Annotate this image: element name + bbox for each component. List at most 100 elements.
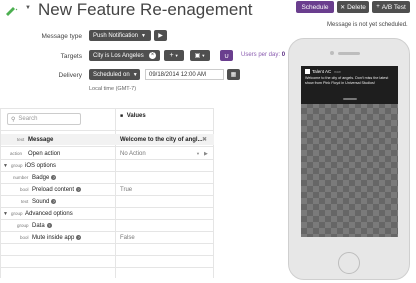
target-chip[interactable]: City is Los Angeles × — [89, 50, 160, 61]
row-value[interactable]: False — [120, 235, 135, 241]
search-icon: ⚲ — [11, 116, 16, 123]
chevron-down-icon: ▼ — [174, 53, 179, 58]
row-value[interactable]: Welcome to the city of angl... — [120, 137, 203, 143]
schedule-status-message: Message is not yet scheduled. — [327, 22, 408, 28]
notification-time: now — [334, 69, 341, 74]
schedule-button[interactable]: Schedule — [296, 1, 334, 13]
delete-button-label: Delete — [347, 3, 366, 11]
table-row[interactable]: bool Mute inside app? False — [0, 232, 213, 243]
search-placeholder: Search — [18, 116, 38, 122]
message-type-select[interactable]: Push Notification ▼ — [89, 30, 151, 41]
preview-play-button[interactable]: ▶ — [154, 30, 167, 41]
row-name: Advanced options — [25, 210, 73, 217]
row-name: Open action — [28, 150, 61, 157]
row-name: Preload content? — [32, 186, 82, 193]
row-name: Sound? — [32, 198, 57, 205]
chevron-down-icon: ▼ — [141, 32, 146, 39]
delivery-date-input[interactable]: 09/18/2014 12:00 AM — [145, 69, 224, 80]
plus-icon: + — [376, 4, 380, 10]
row-name-text: Badge — [32, 174, 50, 181]
table-row[interactable]: number Badge? — [0, 172, 213, 183]
calendar-icon: ▦ — [230, 72, 237, 78]
save-icon: ▣ — [194, 53, 201, 59]
notification-handle — [343, 98, 357, 100]
local-time-note: Local time (GMT-7) — [89, 86, 137, 92]
row-name: iOS options — [25, 162, 57, 169]
delivery-date-value: 09/18/2014 12:00 AM — [149, 71, 207, 78]
phone-camera — [330, 51, 334, 55]
values-table: ⚲ Search ■ Values text Message Welcome t… — [0, 108, 214, 278]
add-target-button[interactable]: + ▼ — [164, 50, 184, 61]
row-name: Data? — [32, 222, 52, 229]
ab-test-button[interactable]: + A/B Test — [372, 1, 410, 13]
row-value[interactable]: No Action — [120, 151, 146, 157]
row-name: Mute inside app? — [32, 234, 82, 241]
square-icon: ■ — [120, 113, 124, 119]
help-icon[interactable]: ? — [51, 174, 57, 180]
play-icon[interactable]: ▶ — [204, 151, 208, 157]
chevron-down-icon[interactable]: ▼ — [196, 151, 200, 156]
table-row[interactable]: text Sound? — [0, 196, 213, 207]
notification-app-name: Talent AC — [312, 69, 332, 74]
phone-speaker — [338, 52, 360, 55]
magnet-button[interactable]: ∪ — [220, 50, 233, 61]
table-row[interactable]: group Data? — [0, 220, 213, 231]
row-type: text — [17, 137, 25, 142]
delivery-label: Delivery — [58, 72, 82, 79]
table-row[interactable]: text Message Welcome to the city of angl… — [1, 134, 214, 145]
search-input[interactable]: ⚲ Search — [7, 113, 81, 125]
help-icon[interactable]: ? — [51, 198, 57, 204]
message-type-value: Push Notification — [93, 32, 139, 39]
pencil-icon[interactable] — [4, 4, 18, 16]
schedule-button-label: Schedule — [301, 3, 329, 11]
chevron-down-icon[interactable]: ▼ — [3, 163, 8, 169]
magnet-icon: ∪ — [223, 52, 230, 60]
delivery-value: Scheduled on — [93, 71, 130, 78]
calendar-button[interactable]: ▦ — [227, 69, 240, 80]
targets-label: Targets — [60, 53, 82, 60]
close-icon: ✕ — [340, 4, 346, 11]
table-row[interactable]: ▼ group iOS options — [0, 160, 213, 171]
delivery-select[interactable]: Scheduled on ▼ — [89, 69, 140, 80]
chevron-down-icon: ▼ — [201, 53, 206, 58]
help-icon[interactable]: ? — [76, 186, 82, 192]
row-type: bool — [20, 235, 29, 240]
row-type: group — [11, 163, 23, 168]
row-type: bool — [20, 187, 29, 192]
row-type: number — [13, 175, 29, 180]
page-title: New Feature Re-enagement — [38, 0, 253, 19]
plus-icon: + — [169, 52, 174, 59]
row-type: group — [17, 223, 29, 228]
phone-home-button — [338, 252, 360, 274]
play-icon: ▶ — [158, 33, 163, 39]
values-header-label: Values — [126, 113, 146, 119]
chevron-down-icon: ▼ — [132, 71, 138, 78]
row-name-text: Sound — [32, 198, 50, 205]
notification-header: Talent AC now — [305, 69, 394, 74]
table-row[interactable]: bool Preload content? True — [0, 184, 213, 195]
chevron-down-icon[interactable]: ▼ — [3, 211, 8, 217]
table-row[interactable]: action Open action No Action ▼ ▶ — [0, 148, 213, 159]
row-type: text — [21, 199, 29, 204]
ab-test-button-label: A/B Test — [381, 3, 406, 11]
users-per-day-label: Users per day: — [241, 52, 281, 58]
app-icon — [305, 69, 310, 74]
row-name-text: Preload content — [32, 186, 75, 193]
save-segment-button[interactable]: ▣ ▼ — [190, 50, 210, 61]
help-icon[interactable]: ? — [76, 234, 82, 240]
row-name: Message — [28, 136, 54, 143]
delete-button[interactable]: ✕ Delete — [337, 1, 369, 13]
row-name: Badge? — [32, 174, 57, 181]
users-per-day-value: 0 — [281, 52, 286, 58]
table-row[interactable]: ▼ group Advanced options — [0, 208, 213, 219]
target-chip-label: City is Los Angeles — [93, 52, 144, 59]
row-value[interactable]: True — [120, 187, 132, 193]
message-type-label: Message type — [41, 33, 82, 40]
notification-body: Welcome to the city of angels. Don't mis… — [305, 76, 389, 85]
help-icon[interactable]: ? — [46, 222, 52, 228]
clear-value-icon[interactable]: ✖ — [202, 136, 207, 143]
values-column-header: ■ Values — [120, 113, 146, 119]
row-name-text: Data — [32, 222, 45, 229]
remove-target-icon[interactable]: × — [149, 52, 156, 59]
chevron-down-icon[interactable]: ▼ — [25, 5, 31, 11]
